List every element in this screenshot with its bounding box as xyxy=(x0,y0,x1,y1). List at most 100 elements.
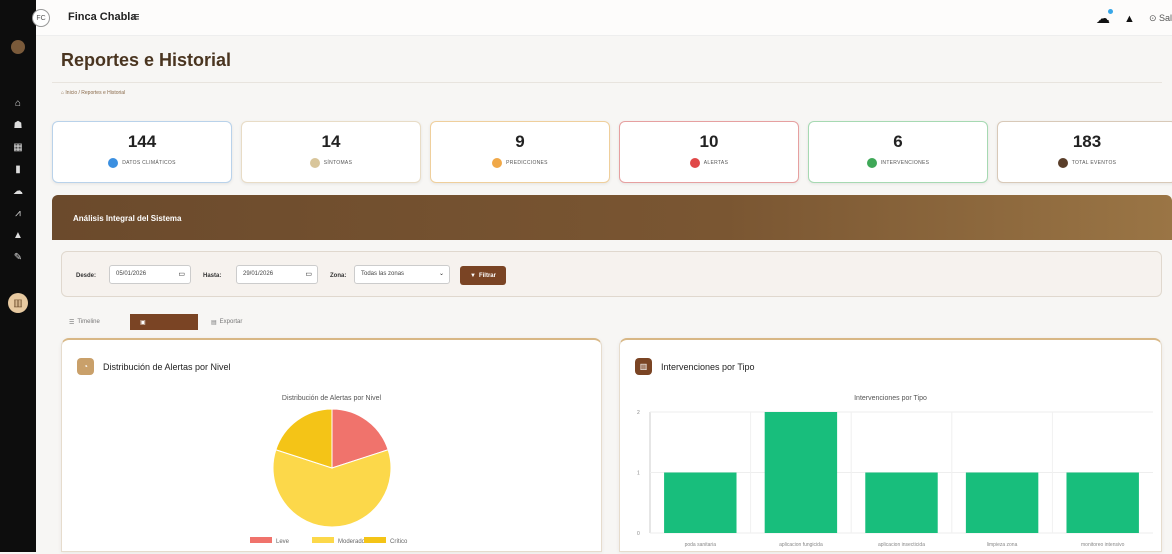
stat-card[interactable]: 6 INTERVENCIONES xyxy=(808,121,988,183)
analysis-banner: Análisis Integral del Sistema xyxy=(52,195,1172,240)
stat-value: 9 xyxy=(515,132,525,151)
sidebar-clipboard-icon[interactable]: ▮ xyxy=(0,160,36,178)
stats-row: 144 DATOS CLIMÁTICOS 14 SÍNTOMAS 9 PREDICCION… xyxy=(52,121,1172,183)
bar-poda-sanitaria xyxy=(664,472,737,533)
sidebar-users-icon[interactable]: ☗ xyxy=(0,116,36,134)
stat-label-row: ALERTAS xyxy=(620,158,798,168)
stat-label: INTERVENCIONES xyxy=(880,160,930,166)
zona-select[interactable]: Todas las zonas ⌄ xyxy=(354,265,450,284)
cloud-icon[interactable]: ☁ xyxy=(1096,9,1114,27)
stat-value: 144 xyxy=(127,132,157,151)
stat-label-row: PREDICCIONES xyxy=(431,158,609,168)
breadcrumb: ⌂ Inicio / Reportes e Historial xyxy=(61,90,125,96)
hasta-value: 29/01/2026 xyxy=(243,271,274,277)
stat-value: 10 xyxy=(699,132,719,151)
logo-icon[interactable]: FC xyxy=(32,9,50,27)
pie-chart: Leve Moderado Crítico xyxy=(250,408,408,545)
desde-label: Desde: xyxy=(76,273,97,279)
stat-card[interactable]: 10 ALERTAS xyxy=(619,121,799,183)
stat-icon xyxy=(309,158,320,168)
hamburger-menu-icon[interactable]: ≡ xyxy=(132,9,140,24)
stat-label-row: SÍNTOMAS xyxy=(242,158,420,168)
bell-icon[interactable]: ▲ xyxy=(1124,13,1135,25)
stat-icon xyxy=(108,158,119,168)
desde-date-input[interactable]: 05/01/2026 ▭ xyxy=(109,265,191,284)
bar-chart: 0 1 2 poda sanitaria aplicacion fungicida apl… xyxy=(637,410,1153,548)
filter-button[interactable]: ▼ Filtrar xyxy=(460,266,506,285)
sidebar-chart-icon[interactable]: ⩘ xyxy=(0,204,36,222)
sidebar-bell-icon[interactable]: ▲ xyxy=(0,226,36,244)
stat-icon xyxy=(689,158,700,168)
bar-aplicacion-fungicida xyxy=(764,412,838,533)
banner-title: Análisis Integral del Sistema xyxy=(73,214,182,223)
tab-charts[interactable]: ▣ xyxy=(130,314,198,330)
bar-limpieza-zona xyxy=(965,472,1039,533)
legend-swatch xyxy=(312,537,334,543)
logout-link[interactable]: ⊙ Sal xyxy=(1149,13,1172,24)
stat-card[interactable]: 9 PREDICCIONES xyxy=(430,121,610,183)
bar-aplicacion-insecticida xyxy=(865,472,938,533)
tab-export[interactable]: ▤ Exportar xyxy=(211,314,242,330)
bar-monitoreo-intensivo xyxy=(1066,472,1139,533)
page-title: Reportes e Historial xyxy=(61,50,232,70)
stat-icon xyxy=(1057,158,1068,168)
stat-label: TOTAL EVENTOS xyxy=(1071,160,1117,166)
stat-card[interactable]: 183 TOTAL EVENTOS xyxy=(997,121,1172,183)
legend-label: Crítico xyxy=(390,539,408,545)
top-right-actions: ☁ ▲ ⊙ Sal xyxy=(1096,9,1172,27)
stat-icon xyxy=(492,158,503,168)
y-tick-label: 1 xyxy=(637,471,640,477)
stat-label: PREDICCIONES xyxy=(506,160,548,166)
legend-label: Leve xyxy=(276,539,290,545)
chevron-down-icon: ⌄ xyxy=(438,271,444,277)
calendar-icon[interactable]: ▭ xyxy=(305,270,312,278)
y-tick-label: 0 xyxy=(637,531,640,537)
logo-text: FC xyxy=(36,14,46,22)
tab-label: Exportar xyxy=(219,319,243,325)
reports-icon-glyph: ▥ xyxy=(13,297,23,309)
hasta-date-input[interactable]: 29/01/2026 ▭ xyxy=(236,265,318,284)
stat-label: DATOS CLIMÁTICOS xyxy=(122,160,176,166)
list-icon: ☰ xyxy=(69,319,75,326)
desde-value: 05/01/2026 xyxy=(116,271,147,277)
stat-icon xyxy=(866,158,877,168)
chart-icon: ▣ xyxy=(140,319,146,326)
legend-label: Moderado xyxy=(338,539,366,545)
breadcrumb-home[interactable]: Inicio xyxy=(65,90,77,96)
sidebar: ⌂ ☗ ▦ ▮ ☁ ⩘ ▲ ✎ ▥ xyxy=(0,0,36,552)
title-divider xyxy=(52,82,1162,83)
x-tick-label: limpieza zona xyxy=(987,542,1018,548)
stat-card[interactable]: 14 SÍNTOMAS xyxy=(241,121,421,183)
zona-label: Zona: xyxy=(330,273,347,279)
interventions-chart-panel: ▥ Intervenciones por Tipo Intervenciones… xyxy=(619,338,1162,552)
stat-label-row: DATOS CLIMÁTICOS xyxy=(53,158,231,168)
export-icon: ▤ xyxy=(211,319,217,326)
breadcrumb-current: Reportes e Historial xyxy=(81,90,126,96)
stat-value: 6 xyxy=(893,132,903,151)
filter-bar: Desde: 05/01/2026 ▭ Hasta: 29/01/2026 ▭ … xyxy=(61,251,1162,297)
user-avatar[interactable] xyxy=(11,40,25,54)
x-tick-label: aplicacion fungicida xyxy=(779,542,823,548)
sidebar-grid-icon[interactable]: ▦ xyxy=(0,138,36,156)
stat-value: 183 xyxy=(1072,132,1102,151)
sidebar-wrench-icon[interactable]: ✎ xyxy=(0,248,36,266)
sidebar-cloud-icon[interactable]: ☁ xyxy=(0,182,36,200)
brand-name[interactable]: Finca Chabla xyxy=(68,11,136,23)
reports-nav-icon[interactable]: ▥ xyxy=(8,293,28,313)
x-tick-label: poda sanitaria xyxy=(685,542,717,548)
stat-card[interactable]: 144 DATOS CLIMÁTICOS xyxy=(52,121,232,183)
filter-icon: ▼ xyxy=(470,272,476,279)
tab-timeline[interactable]: ☰ Timeline xyxy=(69,314,100,330)
stat-label: ALERTAS xyxy=(703,160,729,166)
top-bar: FC Finca Chabla ≡ ☁ ▲ ⊙ Sal xyxy=(32,0,1172,36)
sidebar-home-icon[interactable]: ⌂ xyxy=(0,94,36,112)
stat-value: 14 xyxy=(321,132,341,151)
calendar-icon[interactable]: ▭ xyxy=(178,270,185,278)
alerts-chart-panel: ◔ Distribución de Alertas por Nivel Dist… xyxy=(61,338,602,552)
stat-label: SÍNTOMAS xyxy=(323,160,353,166)
legend-swatch xyxy=(250,537,272,543)
filter-button-label: Filtrar xyxy=(478,272,496,279)
notification-dot xyxy=(1108,9,1114,14)
hasta-label: Hasta: xyxy=(203,273,222,279)
x-tick-label: aplicacion insecticida xyxy=(878,542,925,548)
